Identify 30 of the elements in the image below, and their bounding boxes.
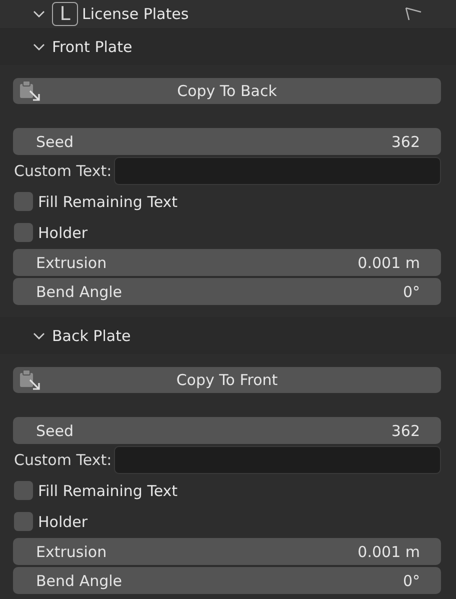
copy-button[interactable]: Copy To Front [13, 367, 441, 393]
chevron-icon[interactable] [33, 332, 45, 340]
copy-button[interactable]: Copy To Back [13, 78, 441, 104]
subpanel-title[interactable]: Back Plate [52, 326, 131, 344]
chevron-icon[interactable] [33, 42, 45, 50]
text-field[interactable] [114, 446, 441, 474]
number-field[interactable]: Seed 362 [13, 417, 441, 444]
clipboard-icon [19, 369, 41, 391]
number-field[interactable]: Extrusion 0.001 m [13, 538, 441, 565]
field-label: Custom Text: [13, 162, 112, 180]
checkbox-label[interactable]: Fill Remaining Text [38, 482, 178, 500]
text-field[interactable] [114, 157, 441, 185]
number-field[interactable]: Bend Angle 0° [13, 567, 441, 594]
field-label: Custom Text: [13, 451, 112, 469]
checkbox-label[interactable]: Holder [38, 512, 88, 530]
checkbox[interactable] [14, 223, 33, 242]
subpanel-title[interactable]: Front Plate [52, 38, 132, 56]
panel-title[interactable]: License Plates [82, 5, 405, 23]
letter-icon: L [52, 2, 78, 26]
checkbox[interactable] [14, 481, 33, 500]
checkbox[interactable] [14, 512, 33, 531]
grip-icon[interactable] [405, 7, 422, 21]
clipboard-icon [19, 80, 41, 102]
chevron-icon[interactable] [33, 10, 45, 18]
number-field[interactable]: Bend Angle 0° [13, 278, 441, 305]
checkbox-label[interactable]: Fill Remaining Text [38, 192, 178, 210]
number-field[interactable]: Extrusion 0.001 m [13, 249, 441, 276]
checkbox-label[interactable]: Holder [38, 224, 88, 242]
number-field[interactable]: Seed 362 [13, 128, 441, 155]
checkbox[interactable] [14, 192, 33, 211]
